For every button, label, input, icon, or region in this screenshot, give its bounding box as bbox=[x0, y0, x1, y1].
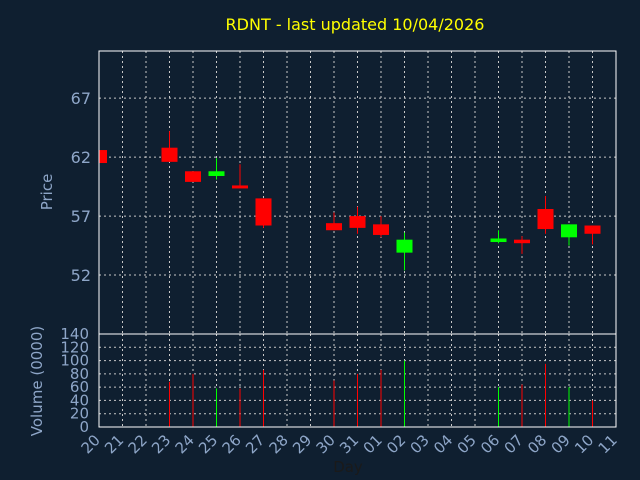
candle-body bbox=[537, 209, 554, 230]
candle-body bbox=[185, 171, 201, 182]
candle-body bbox=[514, 239, 530, 244]
price-y-tick-label: 67 bbox=[71, 89, 91, 108]
candle-body bbox=[99, 150, 107, 164]
chart-title: RDNT - last updated 10/04/2026 bbox=[226, 15, 485, 34]
price-y-tick-label: 62 bbox=[71, 148, 91, 167]
candle bbox=[98, 150, 107, 164]
volume-y-tick-label: 140 bbox=[60, 325, 89, 343]
candle-body bbox=[208, 171, 225, 176]
volume-axis-label: Volume (0000) bbox=[28, 326, 46, 436]
candle bbox=[255, 198, 272, 228]
x-tick-labels: 2021222324252627282930310102030405060708… bbox=[78, 431, 621, 457]
price-axis-label: Price bbox=[38, 174, 56, 211]
candle-body bbox=[232, 185, 248, 189]
candle-body bbox=[161, 147, 178, 162]
candle-body bbox=[490, 238, 507, 243]
stock-chart: RDNT - last updated 10/04/2026 52576267 … bbox=[0, 0, 640, 480]
price-y-tick-label: 57 bbox=[71, 207, 91, 226]
candle-body bbox=[255, 198, 272, 226]
candle-body bbox=[349, 216, 366, 228]
candle-body bbox=[396, 239, 413, 253]
candle bbox=[185, 171, 201, 182]
chart-background bbox=[0, 0, 640, 480]
x-axis-label: Day bbox=[333, 458, 363, 476]
price-y-tick-label: 52 bbox=[71, 266, 91, 285]
candle-body bbox=[584, 225, 601, 234]
candle-body bbox=[326, 223, 342, 231]
candle-body bbox=[561, 224, 577, 238]
candle-body bbox=[373, 224, 389, 235]
